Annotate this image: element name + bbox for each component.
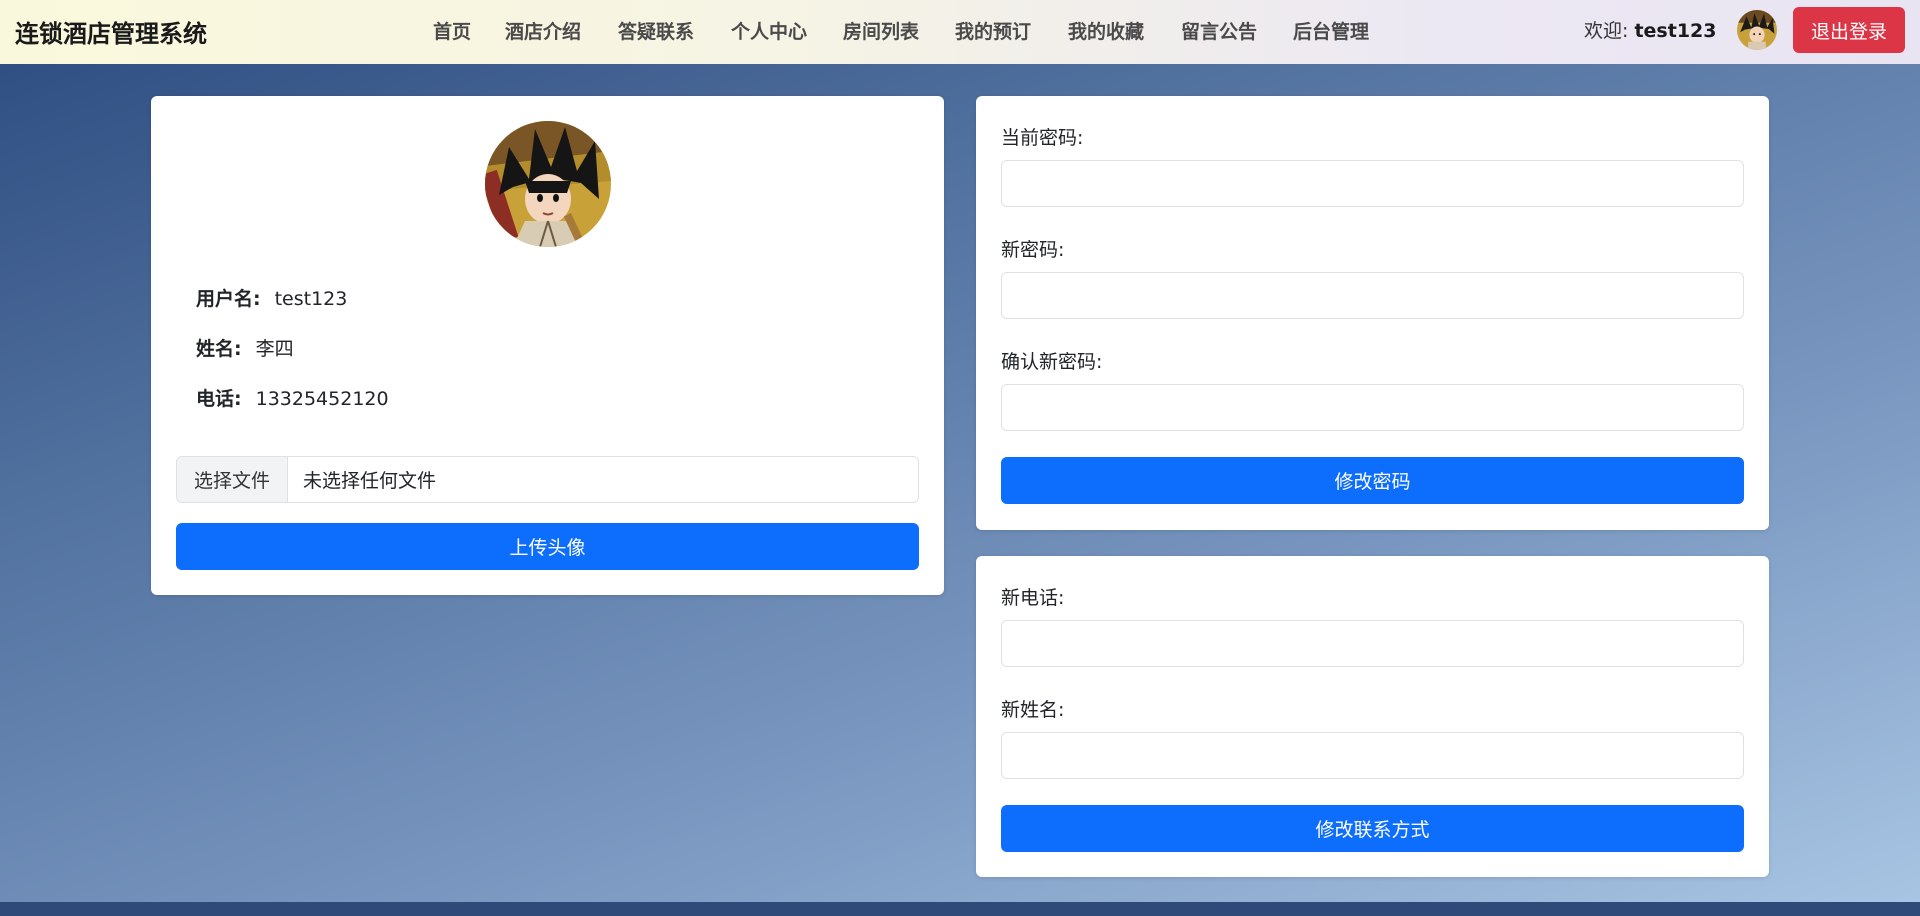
nav-link-home[interactable]: 首页: [433, 17, 471, 44]
nav-avatar-icon[interactable]: [1737, 10, 1777, 50]
phone-row: 电话: 13325452120: [196, 384, 389, 411]
profile-card: 用户名: test123 姓名: 李四 电话: 13325452120 选择文件 未选…: [151, 96, 944, 595]
new-password-field[interactable]: [1001, 272, 1744, 319]
current-password-field[interactable]: [1001, 160, 1744, 207]
logout-button[interactable]: 退出登录: [1793, 7, 1905, 53]
new-name-label: 新姓名:: [1001, 699, 1065, 721]
change-password-card: 当前密码: 新密码: 确认新密码: 修改密码: [976, 96, 1769, 530]
name-label: 姓名:: [196, 338, 242, 360]
name-value: 李四: [255, 338, 294, 360]
username-row: 用户名: test123: [196, 284, 347, 311]
phone-label: 电话:: [196, 388, 242, 410]
nav-link-room-list[interactable]: 房间列表: [843, 17, 919, 44]
choose-file-button[interactable]: 选择文件: [177, 457, 288, 502]
current-password-label: 当前密码:: [1001, 127, 1084, 149]
username-label: 用户名:: [196, 288, 261, 310]
name-row: 姓名: 李四: [196, 334, 294, 361]
nav-link-qa-contact[interactable]: 答疑联系: [618, 17, 694, 44]
confirm-password-field[interactable]: [1001, 384, 1744, 431]
file-status-text: 未选择任何文件: [303, 470, 437, 492]
nav-link-hotel-intro[interactable]: 酒店介绍: [505, 17, 581, 44]
upload-avatar-button[interactable]: 上传头像: [176, 523, 919, 570]
avatar-file-input[interactable]: 选择文件 未选择任何文件: [176, 456, 919, 503]
new-name-field[interactable]: [1001, 732, 1744, 779]
avatar-anime-boy-icon: [485, 121, 611, 247]
welcome-username: test123: [1634, 20, 1717, 42]
change-contact-button[interactable]: 修改联系方式: [1001, 805, 1744, 852]
footer-bar: [0, 902, 1920, 916]
change-password-button[interactable]: 修改密码: [1001, 457, 1744, 504]
new-phone-label: 新电话:: [1001, 587, 1065, 609]
new-password-label: 新密码:: [1001, 239, 1065, 261]
welcome-text: 欢迎: test123: [1584, 16, 1716, 43]
phone-value: 13325452120: [255, 388, 389, 410]
username-value: test123: [274, 288, 348, 310]
new-phone-field[interactable]: [1001, 620, 1744, 667]
nav-link-admin[interactable]: 后台管理: [1293, 17, 1369, 44]
nav-link-personal-center[interactable]: 个人中心: [731, 17, 807, 44]
nav-link-my-bookings[interactable]: 我的预订: [955, 17, 1031, 44]
nav-link-message-board[interactable]: 留言公告: [1181, 17, 1257, 44]
nav-link-my-favorites[interactable]: 我的收藏: [1068, 17, 1144, 44]
confirm-password-label: 确认新密码:: [1001, 351, 1103, 373]
welcome-prefix: 欢迎:: [1584, 20, 1629, 42]
top-navbar: 连锁酒店管理系统 首页 酒店介绍 答疑联系 个人中心 房间列表 我的预订 我的收…: [0, 0, 1920, 64]
change-contact-card: 新电话: 新姓名: 修改联系方式: [976, 556, 1769, 877]
